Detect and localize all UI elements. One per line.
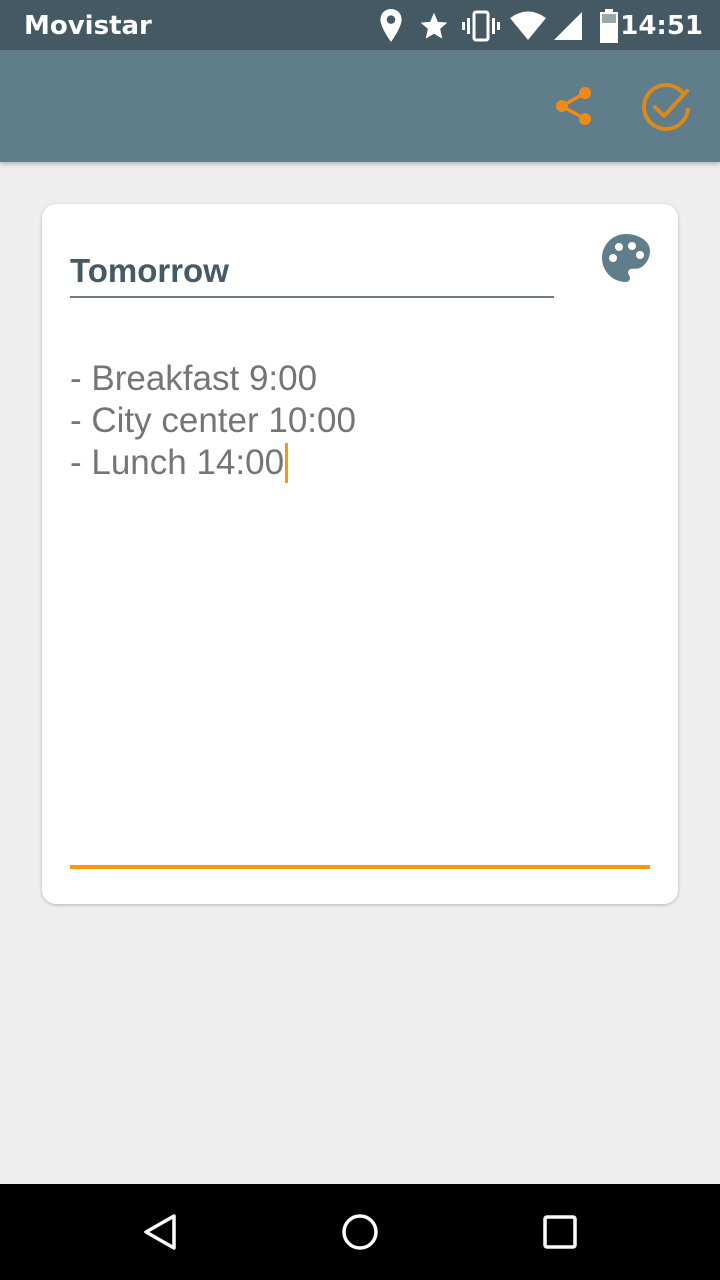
- note-body-line: - Breakfast 9:00: [70, 359, 318, 398]
- palette-icon[interactable]: [598, 230, 654, 286]
- signal-icon: [554, 12, 582, 40]
- navigation-bar: [0, 1184, 720, 1280]
- body-input-underline: [70, 865, 650, 869]
- text-cursor: [285, 443, 289, 483]
- app-toolbar: [0, 50, 720, 162]
- location-icon: [380, 9, 402, 42]
- check-circle-icon: [642, 82, 690, 131]
- battery-icon: [600, 9, 618, 43]
- wifi-icon: [510, 11, 546, 40]
- note-title-input[interactable]: Tomorrow: [70, 250, 554, 298]
- status-bar: Movistar 14:51: [0, 0, 720, 50]
- vibrate-icon: [462, 10, 500, 42]
- clock: 14:51: [620, 11, 703, 41]
- save-done-button[interactable]: [634, 76, 698, 140]
- note-body-line: - City center 10:00: [70, 401, 356, 440]
- note-card: Tomorrow - Breakfast 9:00 - City center …: [42, 204, 678, 904]
- back-icon: [144, 1214, 176, 1250]
- back-button[interactable]: [130, 1202, 190, 1262]
- recents-icon: [543, 1215, 577, 1249]
- recents-button[interactable]: [530, 1202, 590, 1262]
- share-button[interactable]: [542, 74, 606, 138]
- note-body-input[interactable]: - Breakfast 9:00 - City center 10:00 - L…: [70, 358, 650, 858]
- home-button[interactable]: [330, 1202, 390, 1262]
- star-icon: [420, 12, 448, 39]
- note-body-line: - Lunch 14:00: [70, 443, 285, 482]
- note-title-text: Tomorrow: [70, 252, 229, 289]
- share-icon: [556, 87, 591, 125]
- carrier-name: Movistar: [24, 11, 152, 41]
- home-icon: [342, 1214, 378, 1250]
